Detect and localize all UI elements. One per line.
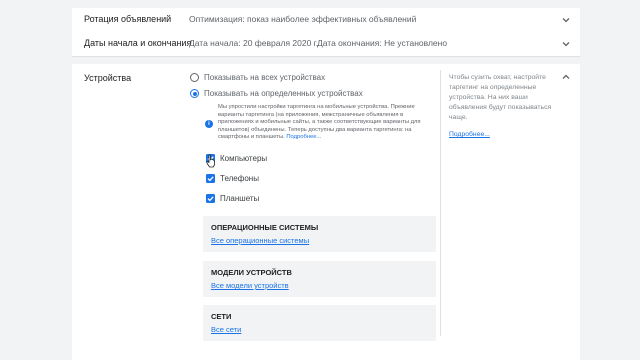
networks-link[interactable]: Все сети [211,325,241,334]
chevron-down-icon[interactable] [562,16,570,24]
devices-title: Устройства [84,73,132,83]
radio-all-devices-label[interactable]: Показывать на всех устройствах [204,73,325,82]
hand-cursor-icon [206,154,215,168]
device-models-title: МОДЕЛИ УСТРОЙСТВ [211,268,292,277]
help-learn-more-link[interactable]: Подробнее... [449,131,490,138]
radio-specific-devices-label[interactable]: Показывать на определенных устройствах [204,89,363,98]
networks-box: СЕТИ Все сети [203,305,436,341]
ad-rotation-label: Ротация объявлений [84,14,172,24]
ad-rotation-row[interactable]: Ротация объявлений Оптимизация: показ на… [72,8,580,33]
operating-systems-title: ОПЕРАЦИОННЫЕ СИСТЕМЫ [211,223,319,232]
radio-specific-devices[interactable] [190,89,199,98]
checkbox-tablets[interactable] [206,194,215,203]
end-date-value: Дата окончания: Не установлено [317,38,448,48]
checkbox-phones-label[interactable]: Телефоны [220,174,259,183]
device-models-link[interactable]: Все модели устройств [211,281,289,290]
device-models-box: МОДЕЛИ УСТРОЙСТВ Все модели устройств [203,261,436,297]
check-icon [207,196,214,202]
operating-systems-box: ОПЕРАЦИОННЫЕ СИСТЕМЫ Все операционные си… [203,216,436,252]
info-icon: i [205,120,213,128]
checkbox-tablets-label[interactable]: Планшеты [220,194,259,203]
info-learn-more-link[interactable]: Подробнее... [286,134,321,140]
dates-label: Даты начала и окончания [84,38,192,48]
ad-rotation-value: Оптимизация: показ наиболее эффективных … [189,14,417,24]
networks-title: СЕТИ [211,312,232,321]
check-icon [207,176,214,182]
chevron-down-icon[interactable] [562,40,570,48]
devices-section: Устройства Показывать на всех устройства… [72,64,580,360]
mobile-targeting-info: Мы упростили настройки таргетинга на моб… [218,104,428,142]
radio-all-devices[interactable] [190,73,199,82]
devices-help-text: Чтобы сузить охват, настройте таргетинг … [449,74,552,121]
checkbox-computers-label[interactable]: Компьютеры [220,154,267,163]
panel-divider [440,70,441,336]
operating-systems-link[interactable]: Все операционные системы [211,236,309,245]
checkbox-phones[interactable] [206,174,215,183]
chevron-up-icon[interactable] [562,73,570,81]
start-date-value: Дата начала: 20 февраля 2020 г. [189,38,319,48]
start-end-dates-row[interactable]: Даты начала и окончания Дата начала: 20 … [72,32,580,57]
